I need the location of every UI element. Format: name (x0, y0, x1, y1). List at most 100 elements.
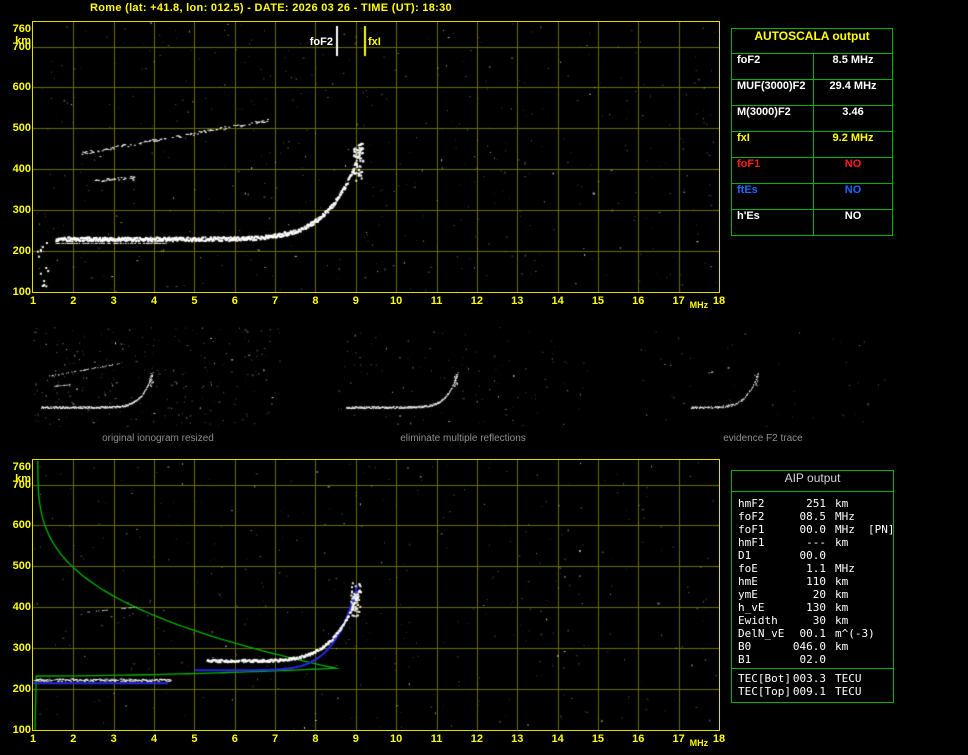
x-tick-label: 9 (346, 733, 366, 745)
y-tick-label: 760 (1, 461, 31, 473)
thumbnail-caption-1: original ionogram resized (33, 433, 283, 444)
y-tick-label: 760 (1, 23, 31, 35)
x-axis-unit-label: MHz (690, 738, 709, 748)
x-tick-label: 1 (23, 295, 43, 307)
aip-row: foF208.5MHz (738, 510, 891, 523)
ionogram-canvas-bottom (33, 460, 719, 730)
foF2-marker-label: foF2 (299, 36, 333, 48)
y-tick-label: 400 (1, 601, 31, 613)
x-tick-label: 15 (588, 733, 608, 745)
x-tick-label: 4 (144, 733, 164, 745)
x-tick-label: 6 (225, 295, 245, 307)
x-tick-label: 5 (184, 295, 204, 307)
x-tick-label: 1 (23, 733, 43, 745)
aip-unit-label: km (835, 536, 865, 549)
autoscala-param-label: foF2 (732, 54, 814, 79)
aip-value: 046.0 (792, 640, 826, 653)
aip-row: TEC[Top]009.1 TECU (738, 685, 891, 698)
autoscala-value: 29.4 MHz (814, 80, 892, 105)
aip-row: Ewidth30km (738, 614, 891, 627)
aip-value: 00.0 (792, 523, 826, 536)
autoscala-param-label: fxI (732, 132, 814, 157)
aip-note: [PN] (868, 523, 895, 536)
x-tick-label: 13 (507, 733, 527, 745)
fxI-marker-label: fxI (368, 36, 381, 48)
autoscala-value: 8.5 MHz (814, 54, 892, 79)
autoscala-panel-title: AUTOSCALA output (732, 29, 892, 53)
autoscala-value: NO (814, 158, 892, 183)
ionogram-plot-bottom (32, 459, 720, 731)
x-tick-label: 4 (144, 295, 164, 307)
aip-output-panel: AIP output hmF2251kmfoF208.5MHzfoF100.0 M… (731, 470, 894, 703)
x-tick-label: 11 (427, 295, 447, 307)
thumbnail-f2-trace-evidence (638, 327, 888, 427)
aip-value: 02.0 (792, 653, 826, 666)
aip-row: ymE20km (738, 588, 891, 601)
aip-value: 20 (792, 588, 826, 601)
autoscala-value: 9.2 MHz (814, 132, 892, 157)
aip-unit-label: MHz (835, 562, 865, 575)
aip-value: 009.1 (792, 685, 826, 698)
aip-param-label: B1 (738, 653, 792, 666)
aip-panel-title: AIP output (732, 471, 893, 492)
aip-param-label: DelN_vE (738, 627, 792, 640)
x-tick-label: 17 (669, 733, 689, 745)
x-tick-label: 13 (507, 295, 527, 307)
x-tick-label: 16 (628, 733, 648, 745)
aip-unit-label: km (835, 640, 865, 653)
x-tick-label: 14 (548, 295, 568, 307)
x-axis-unit-label: MHz (690, 300, 709, 310)
aip-param-label: foF1 (738, 523, 792, 536)
y-tick-label: 300 (1, 204, 31, 216)
autoscala-row: h'EsNO (732, 209, 892, 235)
aip-value: 1.1 (792, 562, 826, 575)
x-tick-label: 8 (305, 295, 325, 307)
aip-param-label: hmE (738, 575, 792, 588)
aip-param-label: foE (738, 562, 792, 575)
autoscala-row: M(3000)F23.46 (732, 105, 892, 131)
aip-value: 130 (792, 601, 826, 614)
ionogram-plot-top (32, 21, 720, 293)
autoscala-output-panel: AUTOSCALA output foF28.5 MHzMUF(3000)F22… (731, 28, 893, 236)
aip-param-label: h_vE (738, 601, 792, 614)
x-tick-label: 11 (427, 733, 447, 745)
y-axis-unit-label: km (1, 473, 31, 485)
x-tick-label: 8 (305, 733, 325, 745)
x-tick-label: 9 (346, 295, 366, 307)
autoscala-row: foF28.5 MHz (732, 53, 892, 79)
x-tick-label: 2 (63, 295, 83, 307)
page-title: Rome (lat: +41.8, lon: 012.5) - DATE: 20… (90, 2, 452, 14)
aip-value: 00.0 (792, 549, 826, 562)
autoscala-value: NO (814, 184, 892, 209)
aip-row: foE1.1 MHz (738, 562, 891, 575)
x-tick-label: 10 (386, 295, 406, 307)
x-tick-label: 15 (588, 295, 608, 307)
aip-param-label: hmF1 (738, 536, 792, 549)
aip-unit-label: TECU (835, 685, 865, 698)
aip-row: hmF2251km (738, 497, 891, 510)
aip-tec-rows: TEC[Bot]003.3TECUTEC[Top]009.1TECU (732, 669, 893, 702)
autoscala-row: fxI9.2 MHz (732, 131, 892, 157)
autoscala-value: 3.46 (814, 106, 892, 131)
aip-param-label: B0 (738, 640, 792, 653)
aip-value: 110 (792, 575, 826, 588)
aip-row: B0046.0 km (738, 640, 891, 653)
thumbnail-original-ionogram (33, 327, 283, 427)
aip-value: 003.3 (792, 672, 826, 685)
thumbnail-caption-2: eliminate multiple reflections (338, 433, 588, 444)
aip-param-label: Ewidth (738, 614, 792, 627)
x-tick-label: 3 (104, 733, 124, 745)
aip-unit-label: km (835, 614, 865, 627)
x-tick-label: 7 (265, 295, 285, 307)
x-tick-label: 12 (467, 733, 487, 745)
x-tick-label: 2 (63, 733, 83, 745)
autoscala-param-label: h'Es (732, 210, 814, 235)
autoscala-param-label: ftEs (732, 184, 814, 209)
autoscala-param-label: M(3000)F2 (732, 106, 814, 131)
aip-param-label: TEC[Top] (738, 685, 792, 698)
autoscala-value: NO (814, 210, 892, 235)
aip-param-label: D1 (738, 549, 792, 562)
aip-value: 08.5 (792, 510, 826, 523)
y-tick-label: 500 (1, 560, 31, 572)
aip-unit-label: km (835, 497, 865, 510)
